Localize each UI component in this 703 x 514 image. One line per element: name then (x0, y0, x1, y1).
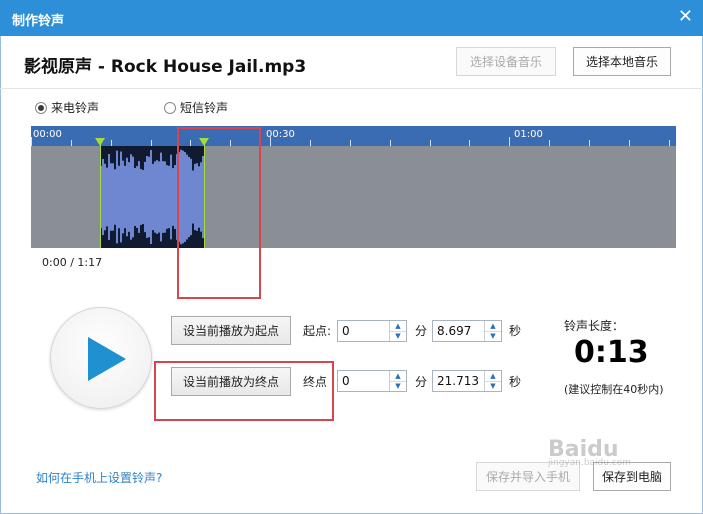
start-seconds-value[interactable]: 8.697 (433, 321, 484, 341)
ringtone-length-value: 0:13 (574, 335, 649, 370)
start-minutes-up-icon[interactable]: ▲ (390, 321, 406, 331)
watermark-sub: jingyan.baidu.com (548, 458, 632, 468)
playback-time-readout: 0:00 / 1:17 (42, 256, 103, 269)
help-link[interactable]: 如何在手机上设置铃声? (36, 469, 162, 486)
set-start-button[interactable]: 设当前播放为起点 (171, 316, 291, 345)
end-seconds-stepper[interactable]: 21.713 ▲ ▼ (432, 370, 502, 392)
select-device-music-button[interactable]: 选择设备音乐 (456, 47, 556, 76)
end-minutes-down-icon[interactable]: ▼ (390, 380, 406, 392)
radio-sms-ringtone-label: 短信铃声 (180, 101, 229, 115)
end-minutes-stepper[interactable]: 0 ▲ ▼ (337, 370, 407, 392)
start-minutes-unit: 分 (415, 324, 428, 338)
timeline-label-60: 01:00 (514, 129, 543, 140)
start-minutes-value[interactable]: 0 (338, 321, 389, 341)
end-minutes-up-icon[interactable]: ▲ (390, 371, 406, 381)
baidu-watermark: Baidu jingyan.baidu.com (548, 437, 631, 468)
radio-call-ringtone-label: 来电铃声 (51, 101, 100, 115)
waveform-editor[interactable]: 00:00 00:30 01:00 (31, 126, 676, 248)
end-seconds-value[interactable]: 21.713 (433, 371, 484, 391)
start-seconds-unit: 秒 (509, 324, 522, 338)
end-minutes-unit: 分 (415, 375, 428, 389)
start-seconds-up-icon[interactable]: ▲ (485, 321, 501, 331)
timeline-tick (509, 137, 510, 146)
song-title: 影视原声 - Rock House Jail.mp3 (24, 57, 307, 77)
ringtone-length-title: 铃声长度： (564, 319, 625, 333)
timeline-tick (270, 137, 271, 146)
waveform-timeline[interactable]: 00:00 00:30 01:00 (31, 126, 676, 146)
set-end-button[interactable]: 设当前播放为终点 (171, 367, 291, 396)
start-marker-handle-icon[interactable] (95, 138, 106, 146)
radio-selected-icon (35, 101, 47, 114)
start-minutes-stepper[interactable]: 0 ▲ ▼ (337, 320, 407, 342)
end-seconds-up-icon[interactable]: ▲ (485, 371, 501, 381)
waveform-graph (31, 149, 676, 245)
close-icon[interactable]: ✕ (678, 6, 693, 27)
highlight-box-waveform (177, 127, 261, 299)
window-title: 制作铃声 (12, 14, 65, 29)
radio-unselected-icon (164, 101, 176, 114)
timeline-tick (31, 137, 32, 146)
window-titlebar: 制作铃声 ✕ (0, 0, 703, 36)
end-seconds-down-icon[interactable]: ▼ (485, 380, 501, 392)
end-minutes-value[interactable]: 0 (338, 371, 389, 391)
waveform-body[interactable] (31, 146, 676, 248)
select-local-music-button[interactable]: 选择本地音乐 (573, 47, 671, 76)
end-seconds-unit: 秒 (509, 375, 522, 389)
start-label: 起点: (303, 324, 332, 338)
radio-call-ringtone[interactable]: 来电铃声 (35, 99, 99, 116)
play-button[interactable] (50, 307, 152, 409)
radio-sms-ringtone[interactable]: 短信铃声 (164, 99, 228, 116)
start-minutes-down-icon[interactable]: ▼ (390, 330, 406, 342)
start-marker[interactable] (95, 138, 106, 248)
play-icon (88, 337, 126, 381)
header-divider (0, 88, 703, 89)
ringtone-length-hint: (建议控制在40秒内) (564, 383, 664, 396)
timeline-label-0: 00:00 (33, 129, 62, 140)
start-seconds-stepper[interactable]: 8.697 ▲ ▼ (432, 320, 502, 342)
start-seconds-down-icon[interactable]: ▼ (485, 330, 501, 342)
end-label: 终点 (303, 375, 328, 389)
